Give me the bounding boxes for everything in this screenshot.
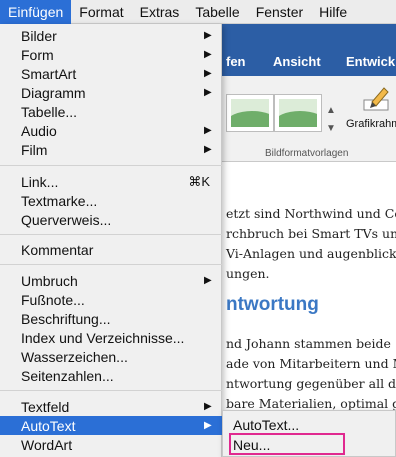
menu-item-label: Seitenzahlen... [21,367,114,384]
menu-tabelle[interactable]: Tabelle [187,0,247,24]
menu-item-label: Diagramm [21,84,86,101]
highlight-box [229,433,345,455]
menu-item-label: Kommentar [21,241,94,258]
picture-style-thumbnail[interactable] [274,94,322,132]
menu-item-smartart[interactable]: SmartArt ▶ [0,64,222,83]
bildformatvorlagen-label: Bildformatvorlagen [265,148,349,159]
document-line: Vi-Anlagen und augenblickli [226,246,396,261]
menu-fenster[interactable]: Fenster [248,0,311,24]
document-heading: ntwortung [226,294,319,315]
document-line: ungen. [226,266,270,281]
menu-separator [0,390,222,391]
menu-item-diagramm[interactable]: Diagramm ▶ [0,83,222,102]
document-line: ade von Mitarbeitern und Mi [226,356,396,371]
menu-extras[interactable]: Extras [132,0,188,24]
shortcut-label: ⌘K [188,173,210,189]
document-line: bare Materialien, optimal ge [226,396,396,411]
menu-item-label: Querverweis... [21,211,112,228]
landscape-icon [231,99,269,127]
landscape-icon [279,99,317,127]
chevron-down-icon[interactable]: ▼ [326,120,336,138]
menu-item-tabelle[interactable]: Tabelle... [0,102,222,121]
menu-item-label: Bilder [21,27,57,44]
menu-item-label: Link... [21,173,59,190]
menu-item-index-verzeichnisse[interactable]: Index und Verzeichnisse... [0,328,222,347]
menu-item-label: Form [21,46,54,63]
picture-style-thumbnail[interactable] [226,94,274,132]
menu-format[interactable]: Format [71,0,131,24]
menu-item-bilder[interactable]: Bilder ▶ [0,26,222,45]
menu-item-label: Textmarke... [21,192,98,209]
submenu-arrow-icon: ▶ [204,30,212,41]
menu-item-label: WordArt [21,436,73,453]
menu-item-label: AutoText [21,417,76,434]
menu-item-label: SmartArt [21,65,77,82]
submenu-arrow-icon: ▶ [204,68,212,79]
menu-item-label: Wasserzeichen... [21,348,128,365]
menu-item-querverweis[interactable]: Querverweis... [0,210,222,229]
menu-item-label: Fußnote... [21,291,85,308]
grafikrahmen-label[interactable]: Grafikrahm [346,118,396,130]
menu-item-label: Tabelle... [21,103,78,120]
menu-item-label: Film [21,141,48,158]
menu-item-seitenzahlen[interactable]: Seitenzahlen... [0,366,222,385]
submenu-arrow-icon: ▶ [204,275,212,286]
submenu-arrow-icon: ▶ [204,401,212,412]
document-line: nd Johann stammen beide [226,336,391,351]
menu-item-link[interactable]: Link... ⌘K [0,172,222,191]
menu-hilfe[interactable]: Hilfe [311,0,355,24]
menu-item-label: Umbruch [21,272,78,289]
tab-fen[interactable]: fen [226,54,246,69]
menu-item-textmarke[interactable]: Textmarke... [0,191,222,210]
submenu-arrow-icon: ▶ [204,144,212,155]
chevron-up-icon[interactable]: ▲ [326,102,336,120]
submenu-arrow-icon: ▶ [204,49,212,60]
menu-item-audio[interactable]: Audio ▶ [0,121,222,140]
menu-item-umbruch[interactable]: Umbruch ▶ [0,271,222,290]
document-line: etzt sind Northwind und Con [226,206,396,221]
submenu-arrow-icon: ▶ [204,420,212,431]
pencil-icon[interactable] [362,84,392,112]
menu-item-textfeld[interactable]: Textfeld ▶ [0,397,222,416]
menu-item-label: Audio [21,122,57,139]
tab-ansicht[interactable]: Ansicht [273,54,321,69]
menu-item-fussnote[interactable]: Fußnote... [0,290,222,309]
menu-separator [0,264,222,265]
submenu-arrow-icon: ▶ [204,125,212,136]
gallery-scroll-arrows[interactable]: ▲ ▼ [326,102,336,138]
menu-item-wasserzeichen[interactable]: Wasserzeichen... [0,347,222,366]
menu-item-autotext[interactable]: AutoText ▶ [0,416,222,435]
menu-einfuegen[interactable]: Einfügen [0,0,72,24]
menu-item-beschriftung[interactable]: Beschriftung... [0,309,222,328]
document-line: ntwortung gegenüber all die [226,376,396,391]
menu-item-label: Textfeld [21,398,70,415]
menu-bar: Einfügen Format Extras Tabelle Fenster H… [0,0,396,24]
submenu-arrow-icon: ▶ [204,87,212,98]
menu-item-kommentar[interactable]: Kommentar [0,240,222,259]
menu-item-label: Beschriftung... [21,310,111,327]
menu-item-wordart[interactable]: WordArt [0,435,222,454]
menu-separator [0,165,222,166]
submenu-item-autotext[interactable]: AutoText... [223,415,395,434]
menu-item-form[interactable]: Form ▶ [0,45,222,64]
tab-entwicklertools[interactable]: Entwick [346,54,395,69]
menu-separator [0,234,222,235]
menu-item-film[interactable]: Film ▶ [0,140,222,159]
einfuegen-menu: Bilder ▶ Form ▶ SmartArt ▶ Diagramm ▶ Tabell… [0,24,222,457]
document-line: rchbruch bei Smart TVs und [226,226,396,241]
menu-item-label: Index und Verzeichnisse... [21,329,185,346]
